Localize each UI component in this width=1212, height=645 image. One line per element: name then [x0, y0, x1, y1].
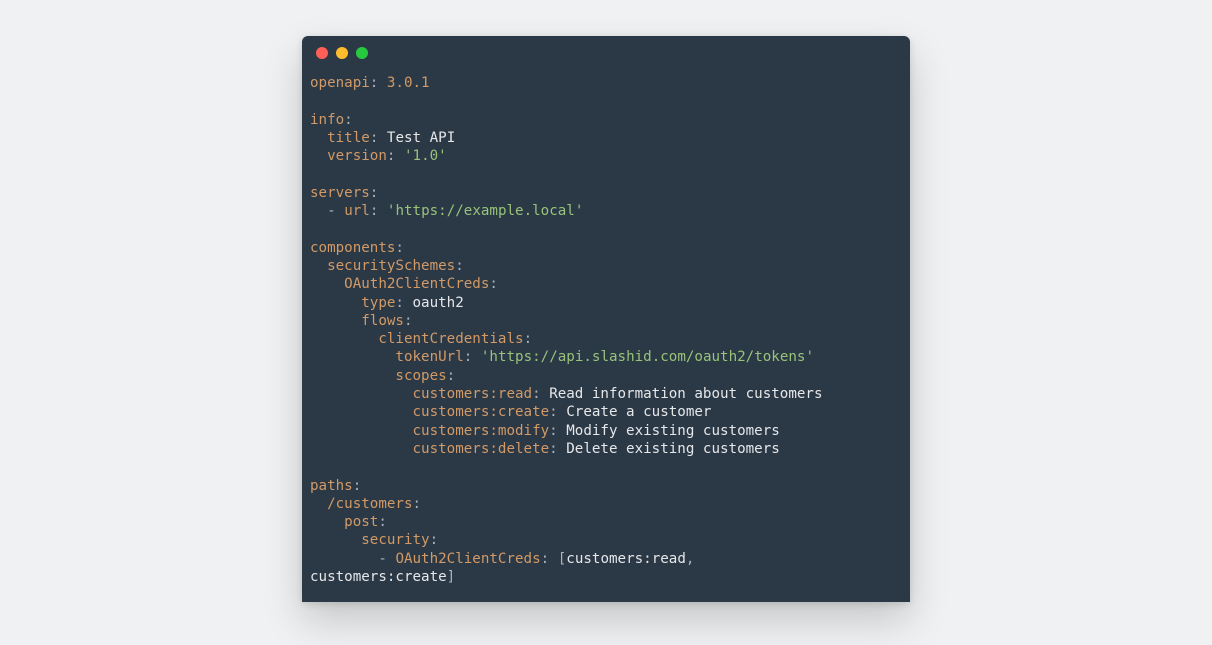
yaml-key: components: [310, 240, 395, 256]
colon: :: [344, 112, 353, 128]
close-icon[interactable]: [316, 47, 328, 59]
colon: :: [370, 203, 387, 219]
yaml-key: tokenUrl: [395, 349, 463, 365]
colon: :: [549, 441, 566, 457]
yaml-key: version: [327, 148, 387, 164]
yaml-key: servers: [310, 185, 370, 201]
yaml-value: Delete existing customers: [566, 441, 780, 457]
yaml-key: scopes: [395, 368, 446, 384]
yaml-value: 'https://example.local': [387, 203, 583, 219]
yaml-value: Read information about customers: [549, 386, 822, 402]
yaml-key: clientCredentials: [378, 331, 523, 347]
yaml-key: post: [344, 514, 378, 530]
minimize-icon[interactable]: [336, 47, 348, 59]
yaml-key: OAuth2ClientCreds: [395, 551, 540, 567]
colon: :: [353, 478, 362, 494]
colon: :: [395, 240, 404, 256]
yaml-key: customers:delete: [413, 441, 550, 457]
yaml-value: '1.0': [404, 148, 447, 164]
yaml-key: title: [327, 130, 370, 146]
colon: :: [447, 368, 456, 384]
yaml-key: info: [310, 112, 344, 128]
yaml-key: security: [361, 532, 429, 548]
yaml-value: oauth2: [413, 295, 464, 311]
colon: :: [541, 551, 558, 567]
colon: :: [464, 349, 481, 365]
colon: :: [370, 185, 379, 201]
yaml-key: paths: [310, 478, 353, 494]
yaml-value: 3.0.1: [387, 75, 430, 91]
yaml-key: securitySchemes: [327, 258, 455, 274]
bracket: [: [558, 551, 567, 567]
yaml-key: customers:read: [413, 386, 533, 402]
yaml-key: flows: [361, 313, 404, 329]
yaml-value: Modify existing customers: [566, 423, 780, 439]
code-window: openapi: 3.0.1 info: title: Test API ver…: [302, 36, 910, 602]
dash: -: [378, 551, 395, 567]
yaml-value: 'https://api.slashid.com/oauth2/tokens': [481, 349, 814, 365]
dash: -: [327, 203, 344, 219]
yaml-key: customers:modify: [413, 423, 550, 439]
colon: :: [524, 331, 533, 347]
yaml-key: type: [361, 295, 395, 311]
comma: ,: [686, 551, 695, 567]
yaml-key: /customers: [327, 496, 412, 512]
colon: :: [549, 404, 566, 420]
yaml-value: customers:create: [310, 569, 447, 585]
yaml-key: OAuth2ClientCreds: [344, 276, 489, 292]
maximize-icon[interactable]: [356, 47, 368, 59]
yaml-value: customers:read: [566, 551, 686, 567]
colon: :: [404, 313, 413, 329]
colon: :: [489, 276, 498, 292]
yaml-key: openapi: [310, 75, 370, 91]
yaml-key: url: [344, 203, 370, 219]
code-block: openapi: 3.0.1 info: title: Test API ver…: [302, 70, 910, 602]
colon: :: [430, 532, 439, 548]
colon: :: [455, 258, 464, 274]
colon: :: [549, 423, 566, 439]
colon: :: [387, 148, 404, 164]
bracket: ]: [447, 569, 456, 585]
colon: :: [413, 496, 422, 512]
colon: :: [370, 75, 387, 91]
window-titlebar: [302, 36, 910, 70]
yaml-value: Test API: [387, 130, 455, 146]
colon: :: [532, 386, 549, 402]
colon: :: [370, 130, 387, 146]
yaml-value: Create a customer: [566, 404, 711, 420]
colon: :: [395, 295, 412, 311]
colon: :: [378, 514, 387, 530]
yaml-key: customers:create: [413, 404, 550, 420]
